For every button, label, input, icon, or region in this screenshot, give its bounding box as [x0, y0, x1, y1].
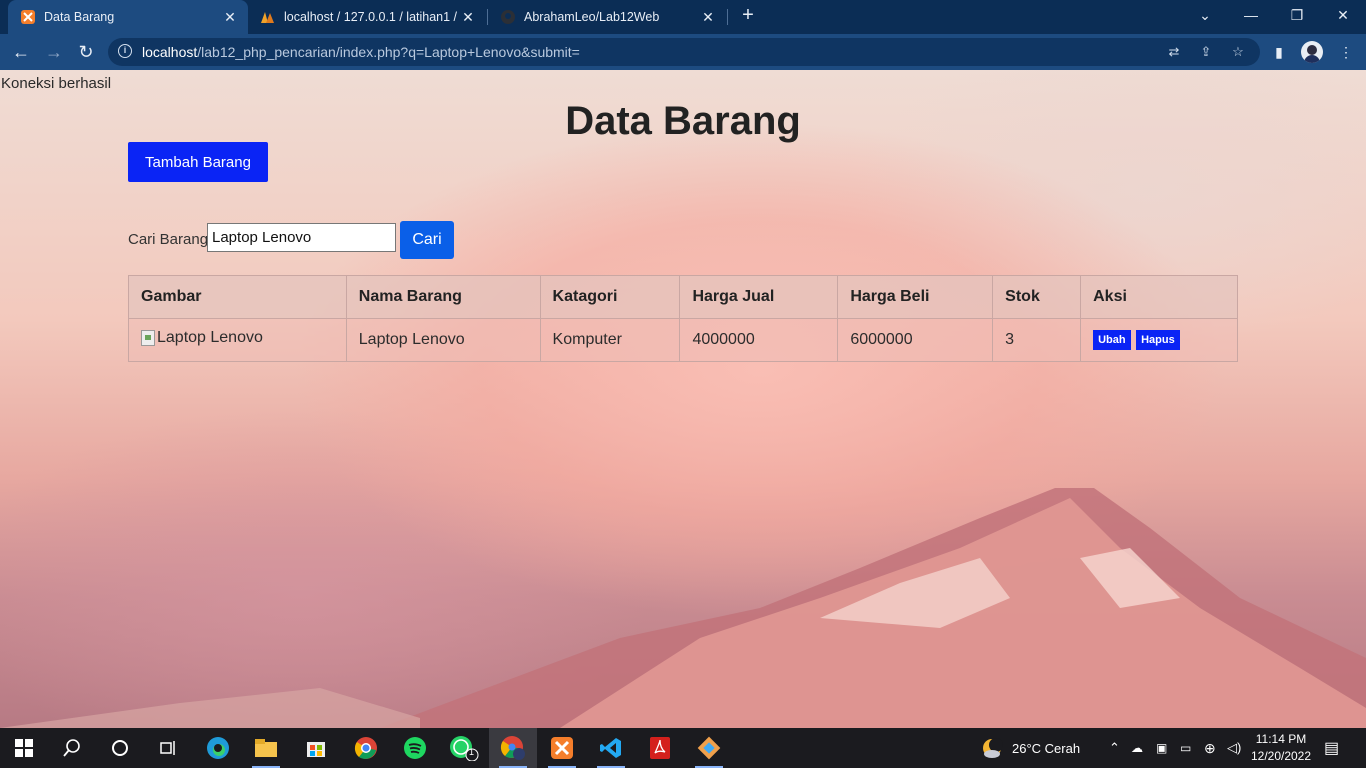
notifications-icon[interactable]: ▤	[1324, 728, 1339, 768]
github-icon	[500, 9, 516, 25]
column-header: Aksi	[1080, 275, 1238, 319]
microsoft-store-icon[interactable]	[292, 728, 340, 768]
volume-icon[interactable]: ◁)	[1227, 728, 1241, 768]
action-cell: Ubah Hapus	[1080, 318, 1238, 362]
translate-icon[interactable]: ⇄	[1166, 44, 1182, 60]
xampp-icon	[20, 9, 36, 25]
onedrive-icon[interactable]: ☁	[1131, 728, 1143, 768]
minimize-icon[interactable]: —	[1228, 0, 1274, 32]
tab-divider	[727, 9, 728, 25]
back-icon[interactable]: ←	[8, 39, 34, 65]
close-tab-icon[interactable]: ✕	[222, 9, 238, 26]
site-info-icon[interactable]: i	[118, 44, 132, 58]
acrobat-icon[interactable]	[636, 728, 684, 768]
windows-start-icon[interactable]	[0, 728, 48, 768]
tab-phpmyadmin[interactable]: localhost / 127.0.0.1 / latihan1 / d ✕	[248, 0, 486, 34]
show-hidden-icons[interactable]: ⌃	[1109, 728, 1120, 768]
tab-data-barang[interactable]: Data Barang ✕	[8, 0, 248, 34]
system-clock[interactable]: 11:14 PM 12/20/2022	[1248, 731, 1314, 765]
column-header: Harga Jual	[679, 275, 839, 319]
search-icon[interactable]	[48, 728, 96, 768]
weather-text: 26°C Cerah	[1012, 740, 1081, 756]
sell-price-cell: 4000000	[679, 318, 839, 362]
moon-weather-icon	[983, 738, 1003, 758]
chrome-profile-icon[interactable]	[489, 728, 537, 768]
profile-avatar[interactable]	[1301, 41, 1323, 63]
windows-taskbar: 1 26°C Cerah ⌃ ☁ ▣ ▭ ⊕ ◁) 11:14 PM 12/20…	[0, 728, 1366, 768]
column-header: Harga Beli	[837, 275, 994, 319]
chrome-icon[interactable]	[342, 728, 390, 768]
table-row: Laptop Lenovo Laptop Lenovo Komputer 400…	[128, 318, 1238, 362]
xampp-icon[interactable]	[538, 728, 586, 768]
tab-title: Data Barang	[44, 10, 115, 24]
network-globe-icon[interactable]: ⊕	[1204, 728, 1216, 768]
item-name-cell: Laptop Lenovo	[345, 318, 541, 362]
close-tab-icon[interactable]: ✕	[460, 9, 476, 26]
side-panel-icon[interactable]: ▮	[1269, 42, 1289, 62]
search-input[interactable]	[207, 223, 396, 252]
new-tab-icon[interactable]: +	[737, 5, 759, 27]
menu-kebab-icon[interactable]: ⋮	[1336, 42, 1356, 62]
broken-image: Laptop Lenovo	[141, 329, 263, 347]
column-header: Katagori	[539, 275, 681, 319]
delete-button[interactable]: Hapus	[1136, 330, 1180, 350]
whatsapp-icon[interactable]: 1	[440, 728, 488, 768]
battery-icon[interactable]: ▭	[1180, 728, 1191, 768]
meet-now-icon[interactable]: ▣	[1156, 728, 1167, 768]
column-header: Gambar	[128, 275, 347, 319]
task-view-icon[interactable]	[144, 728, 192, 768]
edge-icon[interactable]	[194, 728, 242, 768]
cortana-icon[interactable]	[96, 728, 144, 768]
phpmyadmin-icon	[260, 9, 276, 25]
image-cell: Laptop Lenovo	[128, 318, 347, 362]
bookmark-star-icon[interactable]: ☆	[1230, 44, 1246, 60]
column-header: Stok	[992, 275, 1082, 319]
stock-cell: 3	[992, 318, 1082, 362]
weather-widget[interactable]: 26°C Cerah	[980, 728, 1080, 768]
tab-search-icon[interactable]: ⌄	[1182, 0, 1228, 32]
page-content: Koneksi berhasil Data Barang Tambah Bara…	[0, 70, 1366, 728]
share-icon[interactable]: ⇪	[1198, 44, 1214, 60]
clock-date: 12/20/2022	[1250, 749, 1312, 763]
close-window-icon[interactable]: ✕	[1320, 0, 1366, 32]
url-text[interactable]: localhost/lab12_php_pencarian/index.php?…	[142, 44, 580, 60]
add-item-button[interactable]: Tambah Barang	[128, 142, 268, 182]
page-title: Data Barang	[565, 99, 801, 143]
tab-github[interactable]: AbrahamLeo/Lab12Web ✕	[488, 0, 726, 34]
reload-icon[interactable]: ↻	[73, 39, 99, 65]
image-alt-text: Laptop Lenovo	[157, 329, 263, 346]
address-bar[interactable]: i localhost/lab12_php_pencarian/index.ph…	[108, 38, 1260, 66]
close-tab-icon[interactable]: ✕	[700, 9, 716, 26]
file-explorer-icon[interactable]	[242, 728, 290, 768]
browser-toolbar: ← → ↻ i localhost/lab12_php_pencarian/in…	[0, 34, 1366, 70]
search-button[interactable]: Cari	[400, 221, 454, 259]
column-header: Nama Barang	[345, 275, 541, 319]
tab-title: AbrahamLeo/Lab12Web	[524, 10, 660, 24]
edit-button[interactable]: Ubah	[1093, 330, 1131, 350]
connection-status: Koneksi berhasil	[1, 75, 112, 92]
forward-icon[interactable]: →	[41, 39, 67, 65]
buy-price-cell: 6000000	[837, 318, 994, 362]
table-header-row: Gambar Nama Barang Katagori Harga Jual H…	[128, 275, 1238, 319]
restore-icon[interactable]: ❐	[1274, 0, 1320, 32]
whatsapp-badge: 1	[469, 747, 475, 757]
category-cell: Komputer	[539, 318, 681, 362]
broken-image-icon	[141, 330, 155, 346]
git-icon[interactable]	[685, 728, 733, 768]
tab-title: localhost / 127.0.0.1 / latihan1 / d	[284, 10, 460, 24]
spotify-icon[interactable]	[391, 728, 439, 768]
search-label: Cari Barang	[128, 231, 209, 248]
vscode-icon[interactable]	[587, 728, 635, 768]
mountain-background	[0, 488, 1366, 728]
items-table: Gambar Nama Barang Katagori Harga Jual H…	[128, 275, 1238, 362]
browser-tab-strip: Data Barang ✕ localhost / 127.0.0.1 / la…	[0, 0, 1366, 34]
clock-time: 11:14 PM	[1255, 732, 1307, 746]
